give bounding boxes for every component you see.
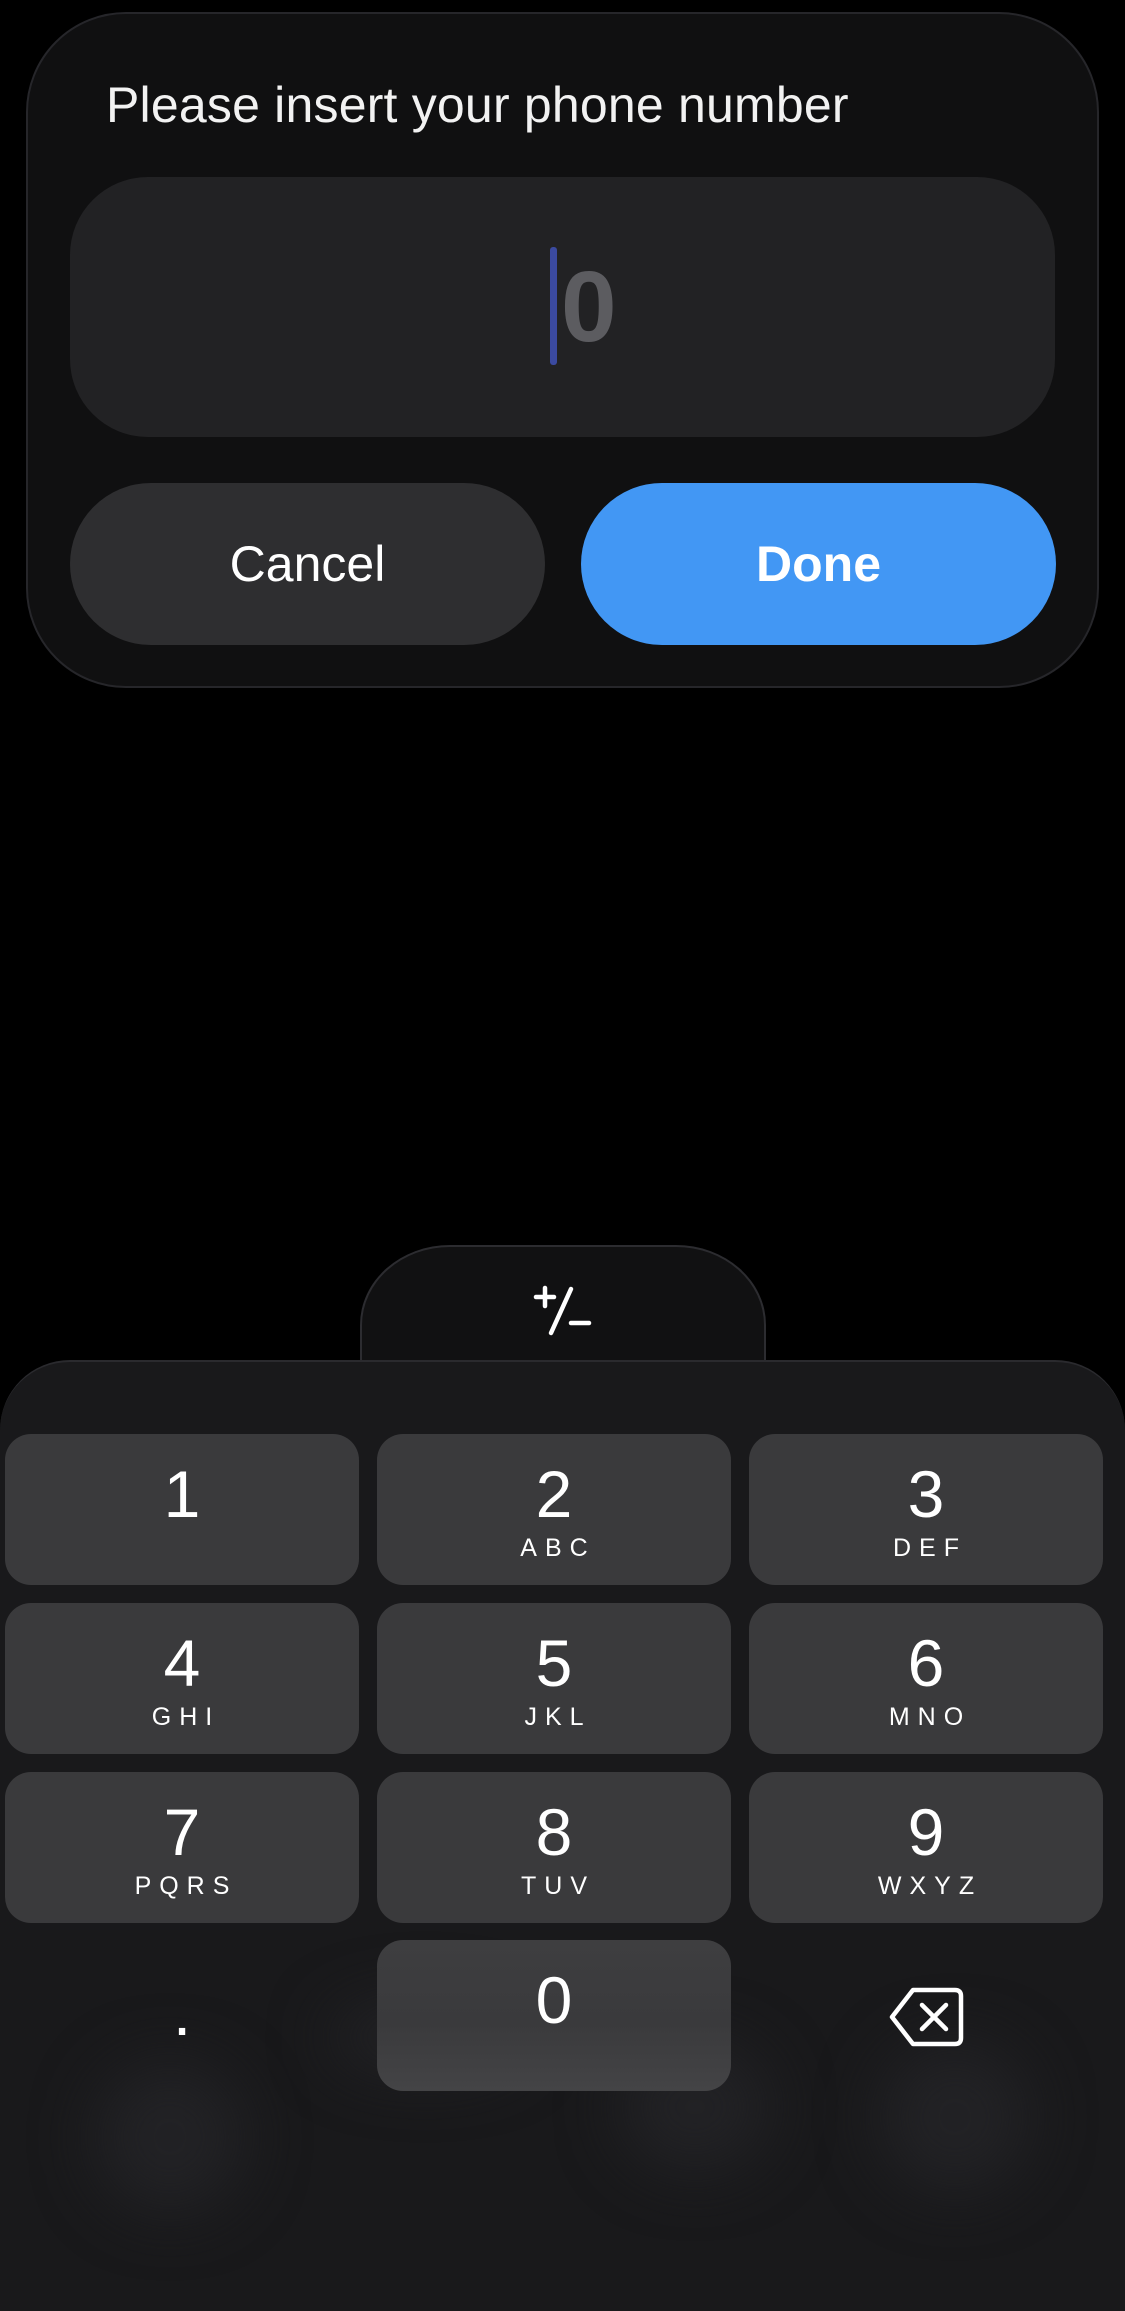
key-digit: 3 xyxy=(907,1457,945,1531)
phone-number-dialog: Please insert your phone number 0 Cancel… xyxy=(26,12,1099,688)
numeric-keypad: 1 2 ABC 3 DEF 4 GHI 5 JKL 6 MNO 7 PQRS 8… xyxy=(0,1360,1125,2311)
key-5[interactable]: 5 JKL xyxy=(377,1603,731,1754)
key-letters: JKL xyxy=(524,1703,592,1731)
key-digit: 7 xyxy=(163,1795,201,1869)
delete-button[interactable] xyxy=(749,1940,1103,2091)
key-digit: 4 xyxy=(163,1626,201,1700)
key-8[interactable]: 8 TUV xyxy=(377,1772,731,1923)
key-9[interactable]: 9 WXYZ xyxy=(749,1772,1103,1923)
key-digit: 1 xyxy=(163,1457,201,1531)
key-2[interactable]: 2 ABC xyxy=(377,1434,731,1585)
key-digit: 2 xyxy=(535,1457,573,1531)
key-letters: GHI xyxy=(151,1703,221,1731)
key-digit: 6 xyxy=(907,1626,945,1700)
done-button-label: Done xyxy=(756,536,881,592)
key-digit: 9 xyxy=(907,1795,945,1869)
key-6[interactable]: 6 MNO xyxy=(749,1603,1103,1754)
plus-minus-icon xyxy=(533,1285,592,1336)
text-cursor xyxy=(550,247,557,365)
key-decimal[interactable]: . xyxy=(5,1940,359,2091)
key-digit: 8 xyxy=(535,1795,573,1869)
key-letters: DEF xyxy=(893,1534,967,1562)
key-digit: 0 xyxy=(535,1963,573,2037)
key-7[interactable]: 7 PQRS xyxy=(5,1772,359,1923)
key-3[interactable]: 3 DEF xyxy=(749,1434,1103,1585)
cancel-button-label: Cancel xyxy=(229,536,386,592)
key-letters: WXYZ xyxy=(877,1872,983,1900)
phone-number-value: 0 xyxy=(561,251,617,363)
key-letters: ABC xyxy=(520,1534,596,1562)
backspace-icon xyxy=(889,1987,964,2047)
key-letters: MNO xyxy=(888,1703,972,1731)
key-0[interactable]: 0 xyxy=(377,1940,731,2091)
plus-minus-toggle-button[interactable] xyxy=(360,1245,766,1375)
key-digit: 5 xyxy=(535,1626,573,1700)
key-letters: PQRS xyxy=(134,1872,238,1900)
cancel-button[interactable]: Cancel xyxy=(70,483,545,645)
done-button[interactable]: Done xyxy=(581,483,1056,645)
key-1[interactable]: 1 xyxy=(5,1434,359,1585)
key-letters: TUV xyxy=(521,1872,595,1900)
key-4[interactable]: 4 GHI xyxy=(5,1603,359,1754)
dialog-title: Please insert your phone number xyxy=(106,77,849,133)
phone-number-input[interactable]: 0 xyxy=(70,177,1055,437)
key-digit: . xyxy=(172,1975,192,2049)
